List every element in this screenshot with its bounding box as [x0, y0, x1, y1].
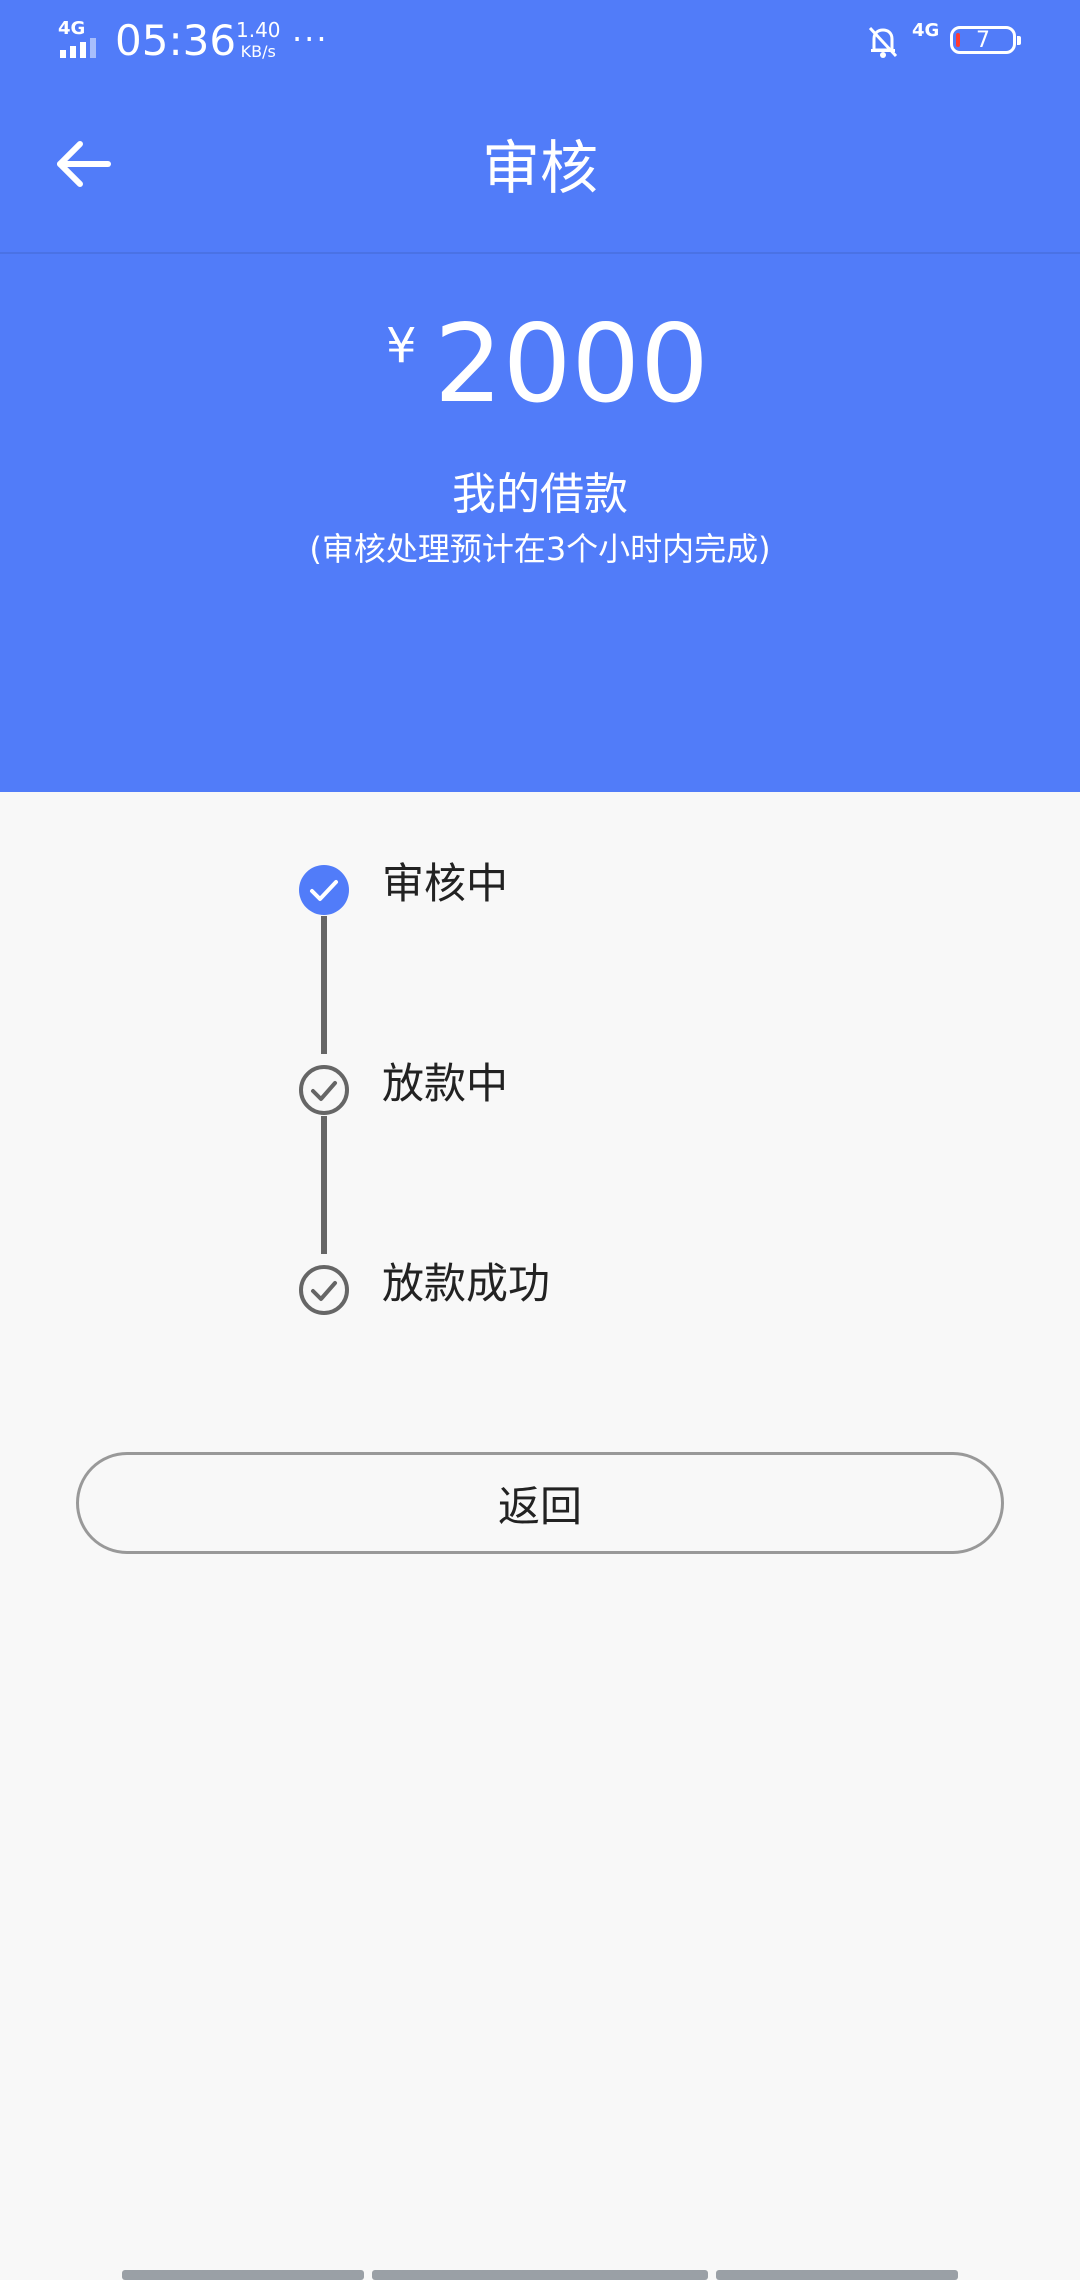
step-label: 放款中 [382, 1059, 509, 1108]
loan-label: 我的借款 [452, 469, 628, 520]
step-connector [321, 916, 327, 1054]
battery-level: 7 [976, 28, 990, 53]
currency-symbol: ¥ [386, 318, 417, 374]
network-type-secondary: 4G [912, 20, 940, 41]
nav-bar-recents[interactable] [716, 2270, 958, 2280]
status-bar: 4G 05:36 1.40 KB/s ··· 4G 7 [0, 0, 1080, 84]
check-outline-icon [299, 1265, 349, 1315]
check-outline-icon [299, 1065, 349, 1115]
nav-bar-home[interactable] [372, 2270, 708, 2280]
page-title: 审核 [481, 134, 598, 202]
network-speed-unit: KB/s [240, 42, 276, 61]
network-type: 4G [58, 18, 86, 39]
loan-note: (审核处理预计在3个小时内完成) [309, 530, 771, 568]
step-label: 放款成功 [382, 1259, 551, 1308]
step-label: 审核中 [382, 859, 509, 908]
return-button[interactable]: 返回 [76, 1452, 1004, 1554]
network-speed-value: 1.40 [236, 18, 281, 42]
check-filled-icon [299, 865, 349, 915]
network-speed: 1.40 KB/s [236, 20, 281, 62]
step-connector [321, 1116, 327, 1254]
header-divider [0, 252, 1080, 254]
nav-bar-back[interactable] [122, 2270, 364, 2280]
amount-value: 2000 [434, 302, 709, 427]
battery-icon: 7 [950, 26, 1021, 54]
more-notifications-icon: ··· [292, 20, 329, 58]
signal-icon [60, 38, 96, 58]
status-time: 05:36 [115, 16, 237, 65]
bell-muted-icon [868, 26, 898, 58]
